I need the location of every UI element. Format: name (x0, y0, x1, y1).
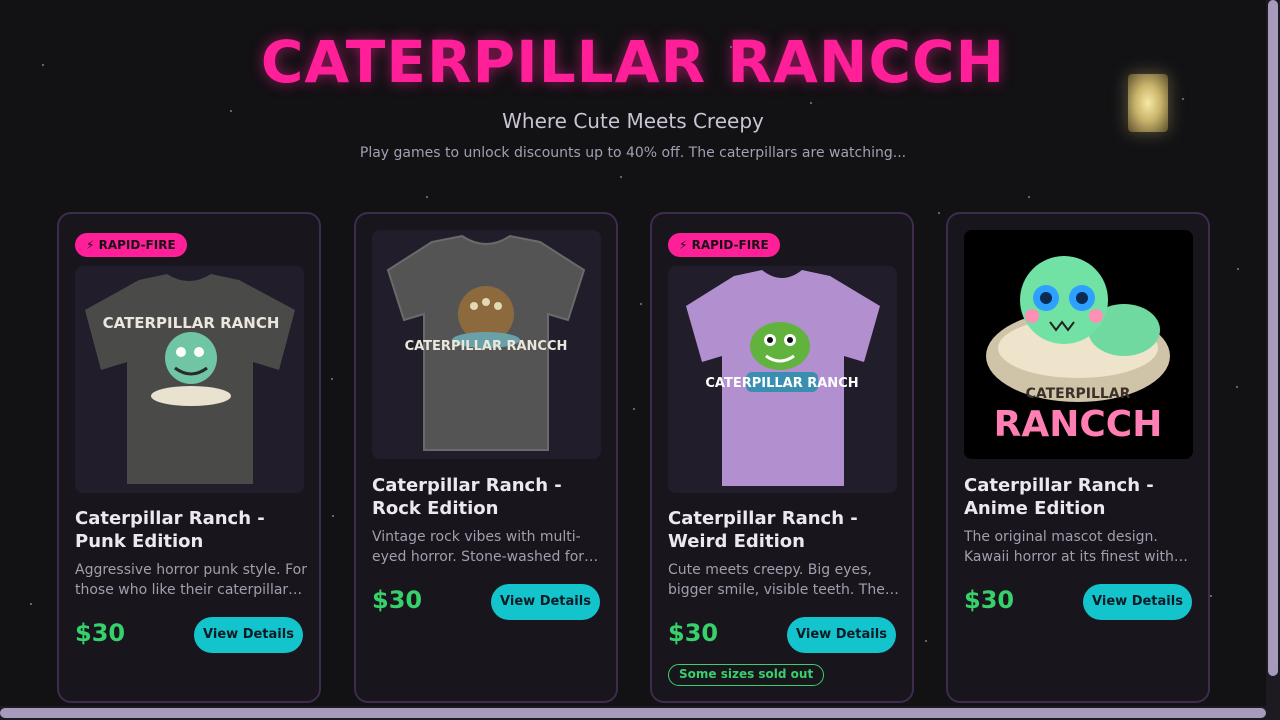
product-title[interactable]: Caterpillar Ranch - Weird Edition (668, 507, 904, 553)
svg-text:RANCCH: RANCCH (994, 404, 1163, 445)
tshirt-image: CATERPILLAR RANCCH (386, 234, 586, 451)
svg-text:CATERPILLAR: CATERPILLAR (1026, 386, 1131, 402)
stock-status-badge: Some sizes sold out (668, 664, 825, 686)
product-card-weird[interactable]: CATERPILLAR RANCH ⚡ RAPID-FIRE Caterpill… (650, 212, 914, 703)
product-description: Cute meets creepy. Big eyes, bigger smil… (668, 562, 885, 598)
product-description: Aggressive horror punk style. For those … (75, 562, 307, 598)
product-image[interactable]: CATERPILLAR RANCH (75, 266, 304, 493)
product-image[interactable]: CATERPILLAR RANCH (668, 266, 897, 493)
page-title: CATERPILLAR RANCCH (260, 28, 1006, 96)
page-subtitle: Where Cute Meets Creepy (502, 109, 764, 133)
product-card-punk[interactable]: CATERPILLAR RANCH ⚡ RAPID-FIRE Caterpill… (57, 212, 321, 703)
product-price: $30 (668, 619, 719, 647)
horizontal-scrollbar[interactable] (0, 706, 1266, 720)
product-price: $30 (372, 586, 423, 614)
discount-tagline: Play games to unlock discounts up to 40%… (359, 145, 907, 161)
rapid-fire-badge: ⚡ RAPID-FIRE (75, 233, 187, 257)
product-price: $30 (75, 619, 126, 647)
horizontal-scrollbar-thumb[interactable] (0, 708, 1266, 718)
product-title[interactable]: Caterpillar Ranch - Rock Edition (372, 474, 608, 520)
tshirt-image: CATERPILLAR RANCH (686, 270, 880, 486)
lantern-icon (1128, 74, 1168, 132)
svg-text:CATERPILLAR RANCH: CATERPILLAR RANCH (103, 314, 280, 332)
tshirt-image: CATERPILLAR RANCH (85, 274, 295, 484)
vertical-scrollbar[interactable] (1266, 0, 1280, 720)
view-details-button[interactable]: View Details (787, 617, 896, 653)
rapid-fire-badge: ⚡ RAPID-FIRE (668, 233, 780, 257)
product-description: The original mascot design. Kawaii horro… (964, 529, 1174, 565)
mascot-image: CATERPILLAR RANCCH (964, 230, 1193, 459)
product-title[interactable]: Caterpillar Ranch - Punk Edition (75, 507, 311, 553)
product-description: Vintage rock vibes with multi-eyed horro… (372, 529, 585, 565)
svg-text:CATERPILLAR RANCCH: CATERPILLAR RANCCH (405, 339, 568, 354)
product-card-rock[interactable]: CATERPILLAR RANCCH Caterpillar Ranch - R… (354, 212, 618, 703)
vertical-scrollbar-thumb[interactable] (1268, 0, 1278, 676)
view-details-button[interactable]: View Details (491, 584, 600, 620)
product-title[interactable]: Caterpillar Ranch - Anime Edition (964, 474, 1200, 520)
product-card-anime[interactable]: CATERPILLAR RANCCH Caterpillar Ranch - A… (946, 212, 1210, 703)
product-image[interactable]: CATERPILLAR RANCCH (372, 230, 601, 459)
product-image[interactable]: CATERPILLAR RANCCH (964, 230, 1193, 459)
view-details-button[interactable]: View Details (194, 617, 303, 653)
product-price: $30 (964, 586, 1015, 614)
svg-text:CATERPILLAR RANCH: CATERPILLAR RANCH (705, 376, 858, 391)
view-details-button[interactable]: View Details (1083, 584, 1192, 620)
